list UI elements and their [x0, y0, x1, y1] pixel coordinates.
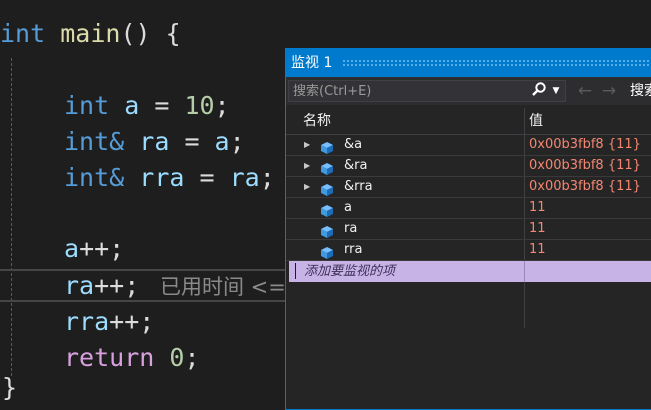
watch-row-name: rra [344, 242, 363, 257]
watch-row-name: &rra [344, 179, 373, 194]
operator: ++; [109, 307, 155, 336]
semicolon: ; [229, 127, 245, 156]
semicolon: ; [214, 91, 230, 120]
column-header-value[interactable]: 值 [529, 108, 543, 134]
semicolon: ; [184, 343, 200, 372]
watch-row-value[interactable]: 0x00b3fbf8 {11} [529, 156, 641, 176]
code-line-a-increment[interactable]: a++; [64, 231, 124, 267]
semicolon: ; [259, 163, 275, 192]
text-caret [295, 263, 296, 279]
operator: ++; [79, 234, 125, 263]
operator: = [169, 127, 215, 156]
number-literal: 10 [184, 91, 215, 120]
watch-row-value[interactable]: 11 [529, 198, 546, 218]
code-line-main[interactable]: int main() { [0, 16, 181, 52]
keyword: int [0, 19, 46, 48]
search-input[interactable] [288, 80, 566, 102]
watch-row-value[interactable]: 11 [529, 219, 546, 239]
watch-row[interactable]: ra 11 [286, 219, 651, 240]
function-name: main [60, 19, 121, 48]
variable: ra [229, 163, 260, 192]
code-line-int-ref-rra[interactable]: int& rra = ra; [64, 160, 275, 196]
expand-arrow-icon[interactable]: ▶ [304, 135, 314, 155]
watch-grid: 名称 值 ▶ &a 0x00b3fbf8 {11} ▶ &ra 0x00b3fb… [286, 108, 651, 328]
keyword: return [64, 343, 155, 372]
variable: ra [64, 271, 95, 300]
watch-row[interactable]: ▶ &ra 0x00b3fbf8 {11} [286, 156, 651, 177]
add-watch-row[interactable]: 添加要监视的项 [286, 261, 651, 282]
variable: a [64, 234, 80, 263]
search-icon[interactable] [528, 81, 550, 101]
code-line-ra-increment[interactable]: ra++; [64, 268, 139, 304]
code-line-int-ref-ra[interactable]: int& ra = a; [64, 124, 245, 160]
column-header-name[interactable]: 名称 [303, 108, 331, 134]
arrow-left-icon[interactable]: ← [574, 80, 596, 102]
grid-header: 名称 值 [286, 108, 651, 135]
indent-guide [11, 58, 12, 376]
search-depth-label[interactable]: 搜索 [630, 80, 651, 102]
watch-row[interactable]: ▶ &rra 0x00b3fbf8 {11} [286, 177, 651, 198]
number-literal: 0 [169, 343, 185, 372]
variable: a [214, 127, 230, 156]
expand-arrow-icon[interactable]: ▶ [304, 177, 314, 197]
object-cube-icon [321, 244, 333, 259]
watch-row-value[interactable]: 0x00b3fbf8 {11} [529, 135, 641, 155]
watch-row[interactable]: rra 11 [286, 240, 651, 261]
variable: rra [139, 163, 185, 192]
variable: ra [139, 127, 170, 156]
code-line-int-a[interactable]: int a = 10; [64, 88, 230, 124]
watch-row[interactable]: ▶ &a 0x00b3fbf8 {11} [286, 135, 651, 156]
watch-row-name: a [344, 200, 352, 215]
variable: a [124, 91, 140, 120]
code-line-return[interactable]: return 0; [64, 340, 200, 376]
keyword: int [64, 91, 110, 120]
watch-row[interactable]: a 11 [286, 198, 651, 219]
expand-arrow-icon[interactable]: ▶ [304, 156, 314, 176]
operator: ++; [94, 271, 140, 300]
watch-title: 监视 1 [291, 55, 333, 71]
punctuation: } [2, 373, 18, 402]
object-cube-icon [321, 223, 333, 238]
object-cube-icon [321, 181, 333, 196]
keyword: int& [64, 163, 125, 192]
object-cube-icon [321, 202, 333, 217]
chevron-down-icon[interactable]: ▼ [550, 81, 562, 101]
watch-row-name: &a [344, 137, 363, 152]
watch-title-bar[interactable]: 监视 1 [286, 49, 651, 77]
punctuation: () { [120, 19, 181, 48]
watch-window[interactable]: 监视 1 ▼ ← → 搜索 名称 值 ▶ &a 0x00b3fbf8 {11} … [285, 48, 651, 410]
object-cube-icon [321, 160, 333, 175]
code-line-close-brace[interactable]: } [2, 370, 17, 406]
object-cube-icon [321, 139, 333, 154]
watch-row-name: ra [344, 221, 358, 236]
variable: rra [64, 307, 110, 336]
watch-row-value[interactable]: 0x00b3fbf8 {11} [529, 177, 641, 197]
arrow-right-icon[interactable]: → [598, 80, 620, 102]
operator: = [139, 91, 185, 120]
keyword: int& [64, 127, 125, 156]
add-watch-label: 添加要监视的项 [304, 264, 396, 279]
add-row-divider [524, 261, 525, 282]
code-line-rra-increment[interactable]: rra++; [64, 304, 154, 340]
watch-row-value[interactable]: 11 [529, 240, 546, 260]
title-grip[interactable] [342, 59, 651, 67]
watch-toolbar: ▼ ← → 搜索 [286, 77, 651, 105]
watch-row-name: &ra [344, 158, 368, 173]
operator: = [184, 163, 230, 192]
